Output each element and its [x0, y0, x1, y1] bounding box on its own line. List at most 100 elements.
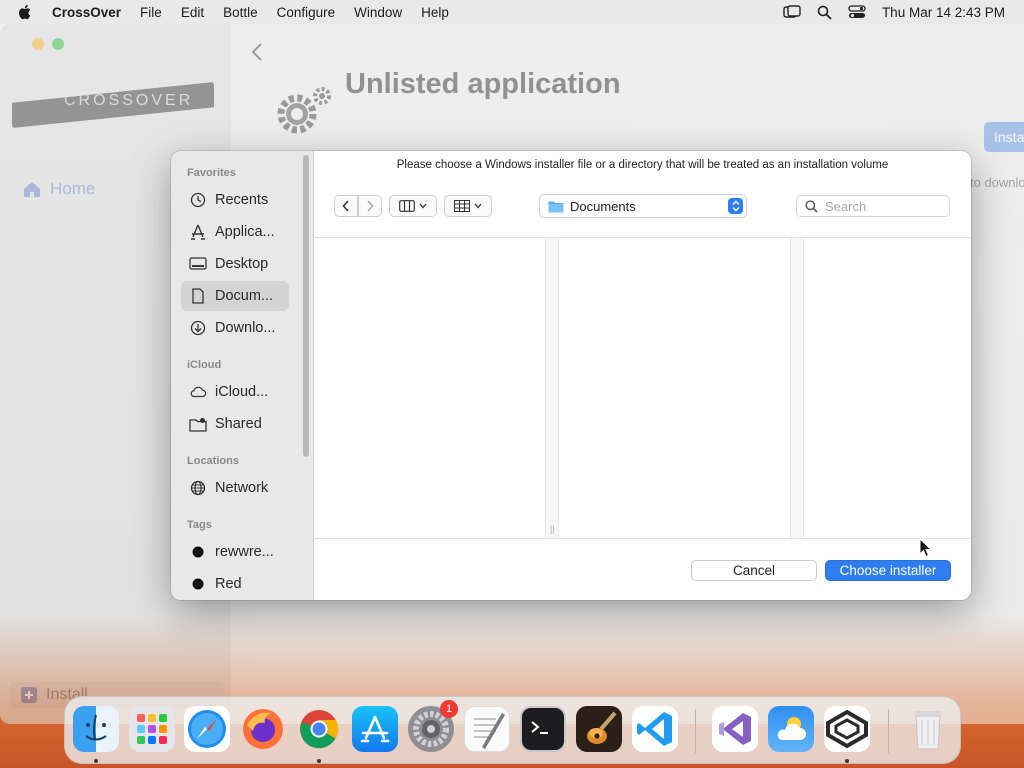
desktop-icon: [189, 255, 207, 273]
running-indicator: [845, 759, 849, 763]
spotlight-search-icon[interactable]: [817, 5, 832, 20]
document-icon: [189, 287, 207, 305]
finder-icon[interactable]: [73, 706, 119, 752]
garageband-icon[interactable]: [576, 706, 622, 752]
sidebar-item-label: iCloud...: [215, 384, 269, 400]
menu-window[interactable]: Window: [354, 5, 402, 20]
column-divider[interactable]: [790, 238, 804, 538]
weather-icon[interactable]: [768, 706, 814, 752]
cancel-label: Cancel: [732, 563, 776, 578]
sidebar-item-label: Downlo...: [215, 320, 276, 336]
trash-icon[interactable]: [905, 706, 951, 752]
column-divider[interactable]: ||: [545, 238, 559, 538]
visual-studio-icon[interactable]: [712, 706, 758, 752]
menu-bar: CrossOver File Edit Bottle Configure Win…: [0, 0, 1024, 24]
menu-bottle[interactable]: Bottle: [223, 5, 258, 20]
sidebar-item-tag[interactable]: rewwre...: [181, 537, 289, 567]
tag-dot-icon: [189, 575, 207, 593]
chrome-icon[interactable]: [296, 706, 342, 752]
back-button[interactable]: [334, 195, 358, 217]
apple-logo-icon[interactable]: [16, 3, 34, 21]
dock-divider: [695, 709, 696, 753]
sidebar-scrollbar[interactable]: [303, 155, 309, 457]
vscode-icon[interactable]: [632, 706, 678, 752]
choose-label: Choose installer: [839, 563, 937, 578]
column-view-button[interactable]: [389, 195, 437, 217]
forward-button[interactable]: [358, 195, 382, 217]
sidebar-item-label: Recents: [215, 192, 269, 208]
sidebar-item-downloads[interactable]: Downlo...: [181, 313, 289, 343]
sidebar-item-applications[interactable]: Applica...: [181, 217, 289, 247]
zoom-button[interactable]: [52, 38, 64, 50]
download-hint-text: to downlo: [970, 175, 1024, 190]
textedit-icon[interactable]: [464, 706, 510, 752]
globe-icon: [189, 479, 207, 497]
sidebar-item-desktop[interactable]: Desktop: [181, 249, 289, 279]
group-view-button[interactable]: [444, 195, 492, 217]
sidebar-item-icloud-drive[interactable]: iCloud...: [181, 377, 289, 407]
home-label: Home: [50, 179, 96, 198]
app-store-icon[interactable]: [352, 706, 398, 752]
mouse-pointer-icon: [919, 538, 933, 558]
grid-icon: [454, 200, 470, 212]
safari-icon[interactable]: [184, 706, 230, 752]
tag-dot-icon: [189, 543, 207, 561]
location-popup[interactable]: Documents: [539, 194, 747, 218]
minimize-button[interactable]: [32, 38, 44, 50]
sidebar-item-label: Red: [215, 576, 242, 592]
sidebar-item-tag-red[interactable]: Red: [181, 569, 289, 599]
sidebar-item-label: Desktop: [215, 256, 269, 272]
running-indicator: [94, 759, 98, 763]
menu-clock[interactable]: Thu Mar 14 2:43 PM: [882, 5, 1005, 20]
install-button-label: Insta: [994, 129, 1024, 145]
cancel-button[interactable]: Cancel: [691, 560, 817, 581]
sidebar-item-documents[interactable]: Docum...: [181, 281, 289, 311]
sidebar-item-recents[interactable]: Recents: [181, 185, 289, 215]
sidebar-item-label: rewwre...: [215, 544, 274, 560]
dialog-sidebar: Favorites Recents Applica... Desktop Doc…: [171, 151, 314, 600]
shared-folder-icon: [189, 415, 207, 433]
install-button[interactable]: Insta: [984, 122, 1024, 152]
back-chevron-icon[interactable]: [250, 42, 264, 68]
chevron-right-icon: [367, 200, 374, 212]
column-resize-handle[interactable]: ||: [550, 524, 555, 534]
sidebar-header-icloud: iCloud: [187, 359, 222, 371]
sidebar-item-network[interactable]: Network: [181, 473, 289, 503]
chevron-down-icon: [419, 203, 427, 209]
file-chooser-dialog: Favorites Recents Applica... Desktop Doc…: [171, 151, 971, 600]
dialog-toolbar: Documents: [314, 191, 971, 223]
screen-mirroring-icon[interactable]: [783, 5, 801, 19]
location-label: Documents: [570, 198, 636, 214]
sidebar-item-label: Network: [215, 480, 269, 496]
home-icon: [24, 182, 40, 197]
crossover-icon[interactable]: [824, 706, 870, 752]
choose-installer-button[interactable]: Choose installer: [825, 560, 951, 581]
cloud-icon: [189, 383, 207, 401]
file-browser-columns[interactable]: ||: [314, 237, 971, 558]
clock-icon: [189, 191, 207, 209]
gear-icon: [275, 86, 333, 141]
menu-app-name[interactable]: CrossOver: [52, 5, 121, 20]
menu-edit[interactable]: Edit: [181, 5, 204, 20]
dock: 1: [64, 696, 961, 764]
menu-configure[interactable]: Configure: [277, 5, 336, 20]
launchpad-icon[interactable]: [129, 706, 175, 752]
terminal-icon[interactable]: [520, 706, 566, 752]
popup-stepper-icon: [728, 198, 743, 214]
sidebar-item-shared[interactable]: Shared: [181, 409, 289, 439]
menu-file[interactable]: File: [140, 5, 162, 20]
control-center-icon[interactable]: [848, 5, 866, 19]
dialog-prompt: Please choose a Windows installer file o…: [396, 159, 889, 171]
sidebar-item-home[interactable]: Home: [22, 179, 95, 199]
firefox-icon[interactable]: [240, 706, 286, 752]
search-field[interactable]: [796, 195, 950, 217]
applications-icon: [189, 223, 207, 241]
menu-help[interactable]: Help: [421, 5, 449, 20]
chevron-left-icon: [342, 200, 349, 212]
plus-icon: [21, 687, 37, 703]
sidebar-item-label: Docum...: [215, 288, 274, 304]
system-settings-icon[interactable]: 1: [408, 700, 458, 752]
crossover-logo: CROSSOVER: [12, 82, 214, 128]
sidebar-item-label: Shared: [215, 416, 262, 432]
search-input[interactable]: [825, 198, 935, 214]
